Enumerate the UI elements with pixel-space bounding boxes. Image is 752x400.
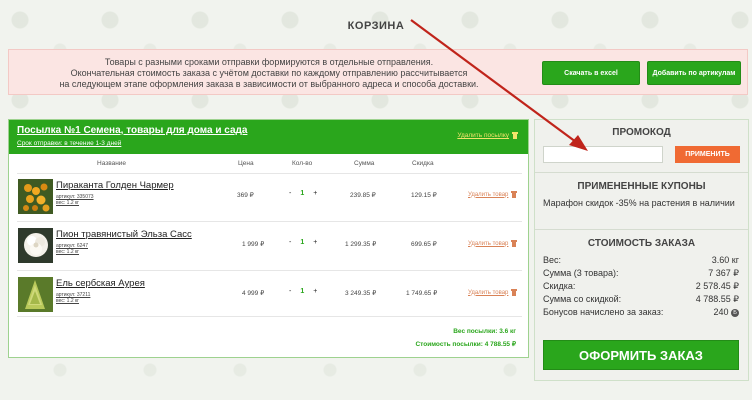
product-meta: артикул: 335073 вес: 1.2 кг bbox=[56, 194, 94, 206]
row-divider bbox=[17, 221, 522, 222]
delete-parcel-button[interactable]: Удалить посылку bbox=[457, 132, 518, 139]
product-photo[interactable] bbox=[18, 179, 53, 214]
notice-line: Окончательная стоимость заказа с учётом … bbox=[70, 68, 468, 78]
product-photo[interactable] bbox=[18, 228, 53, 263]
delete-item-label: Удалить товар bbox=[468, 289, 509, 296]
bonus-icon: Б bbox=[731, 309, 739, 317]
product-discount: 699.65 ₽ bbox=[411, 241, 437, 248]
qty-minus-button[interactable]: - bbox=[289, 190, 291, 197]
table-header: Название Цена Кол-во Сумма Скидка bbox=[9, 160, 530, 170]
summary-value: 4 788.55 ₽ bbox=[695, 294, 739, 304]
delete-item-button[interactable]: Удалить товар bbox=[468, 289, 518, 296]
delete-item-button[interactable]: Удалить товар bbox=[468, 191, 518, 198]
column-qty: Кол-во bbox=[292, 160, 313, 167]
summary-label: Вес: bbox=[543, 255, 562, 265]
summary-value: 3.60 кг bbox=[711, 255, 739, 265]
page-title: КОРЗИНА bbox=[347, 20, 405, 32]
qty-plus-button[interactable]: + bbox=[313, 190, 317, 197]
qty-value[interactable]: 1 bbox=[300, 239, 304, 246]
summary-sum: Сумма (3 товара): 7 367 ₽ bbox=[543, 268, 739, 278]
applied-coupon: Марафон скидок -35% на растения в наличи… bbox=[543, 198, 735, 208]
product-sum: 239.85 ₽ bbox=[350, 192, 376, 199]
promo-code-input[interactable] bbox=[543, 146, 663, 163]
product-sum: 1 299.35 ₽ bbox=[345, 241, 377, 248]
product-weight: вес: 1.2 кг bbox=[56, 200, 80, 206]
column-name: Название bbox=[97, 160, 127, 167]
product-weight: вес: 1.2 кг bbox=[56, 298, 80, 304]
coupons-title: ПРИМЕНЕННЫЕ КУПОНЫ bbox=[577, 181, 706, 192]
row-divider bbox=[17, 270, 522, 271]
summary-bonus: Бонусов начислено за заказ: 240 Б bbox=[543, 307, 739, 317]
shipping-time-link[interactable]: Срок отправки: в течение 1-3 дней bbox=[17, 140, 121, 147]
trash-icon bbox=[511, 289, 518, 296]
trash-icon bbox=[512, 132, 518, 139]
column-price: Цена bbox=[238, 160, 254, 167]
product-weight: вес: 1.2 кг bbox=[56, 249, 80, 255]
summary-value-wrap: 240 Б bbox=[713, 307, 739, 317]
product-sum: 3 249.35 ₽ bbox=[345, 290, 377, 297]
table-row: Пион травянистый Эльза Сасс артикул: 624… bbox=[9, 221, 530, 265]
divider bbox=[535, 172, 748, 173]
parcel-panel: Посылка №1 Семена, товары для дома и сад… bbox=[8, 119, 529, 358]
row-divider bbox=[17, 173, 522, 174]
add-by-articles-button[interactable]: Добавить по артикулам bbox=[647, 61, 741, 85]
qty-value[interactable]: 1 bbox=[300, 288, 304, 295]
product-name-link[interactable]: Пион травянистый Эльза Сасс bbox=[56, 229, 192, 240]
summary-weight: Вес: 3.60 кг bbox=[543, 255, 739, 265]
summary-label: Бонусов начислено за заказ: bbox=[543, 307, 664, 317]
product-discount: 129.15 ₽ bbox=[411, 192, 437, 199]
order-cost-title: СТОИМОСТЬ ЗАКАЗА bbox=[587, 238, 696, 249]
shipping-notice: Товары с разными сроками отправки формир… bbox=[8, 49, 748, 95]
summary-discounted-sum: Сумма со скидкой: 4 788.55 ₽ bbox=[543, 294, 739, 304]
product-discount: 1 749.65 ₽ bbox=[406, 290, 438, 297]
product-price: 369 ₽ bbox=[237, 192, 254, 199]
product-meta: артикул: 6247 вес: 1.2 кг bbox=[56, 243, 88, 255]
column-sum: Сумма bbox=[354, 160, 375, 167]
parcel-header: Посылка №1 Семена, товары для дома и сад… bbox=[9, 120, 528, 154]
product-price: 4 999 ₽ bbox=[242, 290, 265, 297]
table-row: Пираканта Голден Чармер артикул: 335073 … bbox=[9, 173, 530, 216]
product-meta: артикул: 37211 вес: 1.2 кг bbox=[56, 292, 90, 304]
summary-label: Сумма со скидкой: bbox=[543, 294, 622, 304]
qty-plus-button[interactable]: + bbox=[313, 288, 317, 295]
summary-value: 7 367 ₽ bbox=[708, 268, 739, 278]
summary-label: Скидка: bbox=[543, 281, 576, 291]
product-price: 1 999 ₽ bbox=[242, 241, 265, 248]
order-sidebar: ПРОМОКОД ПРИМЕНИТЬ ПРИМЕНЕННЫЕ КУПОНЫ Ма… bbox=[534, 119, 749, 381]
qty-plus-button[interactable]: + bbox=[313, 239, 317, 246]
qty-minus-button[interactable]: - bbox=[289, 288, 291, 295]
apply-promo-button[interactable]: ПРИМЕНИТЬ bbox=[675, 146, 740, 163]
product-name-link[interactable]: Ель сербская Аурея bbox=[56, 278, 145, 289]
delete-item-button[interactable]: Удалить товар bbox=[468, 240, 518, 247]
column-discount: Скидка bbox=[412, 160, 434, 167]
parcel-weight-total: Вес посылки: 3.6 кг bbox=[453, 328, 516, 335]
qty-value[interactable]: 1 bbox=[300, 190, 304, 197]
product-photo[interactable] bbox=[18, 277, 53, 312]
summary-value: 2 578.45 ₽ bbox=[695, 281, 739, 291]
quantity-stepper: - 1 + bbox=[289, 288, 317, 295]
delete-parcel-label: Удалить посылку bbox=[457, 132, 509, 139]
notice-line: на следующем этапе оформления заказа в з… bbox=[59, 79, 479, 89]
quantity-stepper: - 1 + bbox=[289, 190, 317, 197]
parcel-cost-total: Стоимость посылки: 4 788.55 ₽ bbox=[415, 341, 516, 348]
summary-discount: Скидка: 2 578.45 ₽ bbox=[543, 281, 739, 291]
delete-item-label: Удалить товар bbox=[468, 191, 509, 198]
download-excel-button[interactable]: Скачать в excel bbox=[542, 61, 640, 85]
product-name-link[interactable]: Пираканта Голден Чармер bbox=[56, 180, 174, 191]
notice-text: Товары с разными сроками отправки формир… bbox=[19, 57, 519, 90]
notice-line: Товары с разными сроками отправки формир… bbox=[104, 57, 434, 67]
promo-title: ПРОМОКОД bbox=[612, 127, 671, 138]
quantity-stepper: - 1 + bbox=[289, 239, 317, 246]
summary-value: 240 bbox=[713, 307, 729, 317]
parcel-title-link[interactable]: Посылка №1 Семена, товары для дома и сад… bbox=[17, 125, 247, 136]
divider bbox=[535, 229, 748, 230]
delete-item-label: Удалить товар bbox=[468, 240, 509, 247]
trash-icon bbox=[511, 240, 518, 247]
summary-label: Сумма (3 товара): bbox=[543, 268, 619, 278]
table-row: Ель сербская Аурея артикул: 37211 вес: 1… bbox=[9, 270, 530, 314]
row-divider bbox=[17, 316, 522, 317]
qty-minus-button[interactable]: - bbox=[289, 239, 291, 246]
trash-icon bbox=[511, 191, 518, 198]
checkout-button[interactable]: ОФОРМИТЬ ЗАКАЗ bbox=[543, 340, 739, 370]
